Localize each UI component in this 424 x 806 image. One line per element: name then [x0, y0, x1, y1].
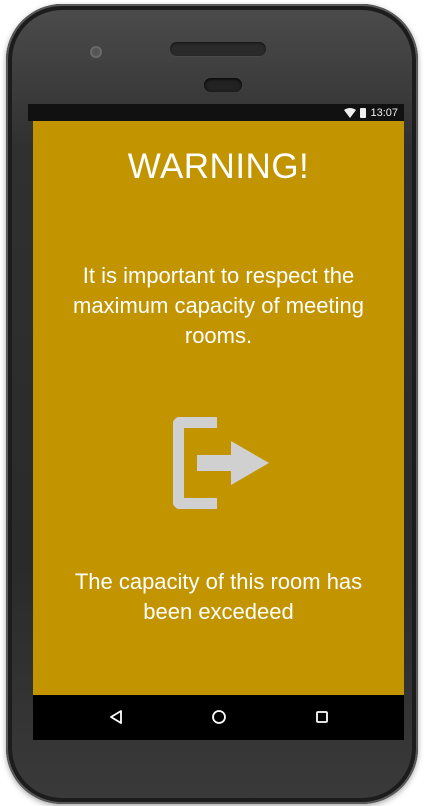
- home-button[interactable]: [209, 707, 229, 727]
- speaker-grille: [170, 42, 266, 56]
- recent-apps-button[interactable]: [312, 707, 332, 727]
- capacity-exceeded-message: The capacity of this room has been exced…: [74, 569, 363, 624]
- wifi-icon: [344, 107, 357, 118]
- recent-apps-icon: [316, 711, 328, 723]
- exit-icon: [173, 417, 269, 509]
- status-time: 13:07: [370, 106, 398, 119]
- navigation-bar: [33, 695, 404, 740]
- battery-icon: [360, 107, 367, 118]
- warning-message: It is important to respect the maximum c…: [73, 263, 364, 348]
- back-button[interactable]: [106, 707, 126, 727]
- warning-screen: WARNING! It is important to respect the …: [33, 121, 404, 695]
- status-icons: 13:07: [344, 104, 398, 121]
- earpiece: [204, 78, 242, 92]
- back-icon: [110, 710, 122, 724]
- front-camera: [90, 46, 102, 58]
- status-bar: 13:07: [28, 104, 404, 121]
- warning-title: WARNING!: [127, 147, 310, 186]
- home-icon: [212, 710, 226, 724]
